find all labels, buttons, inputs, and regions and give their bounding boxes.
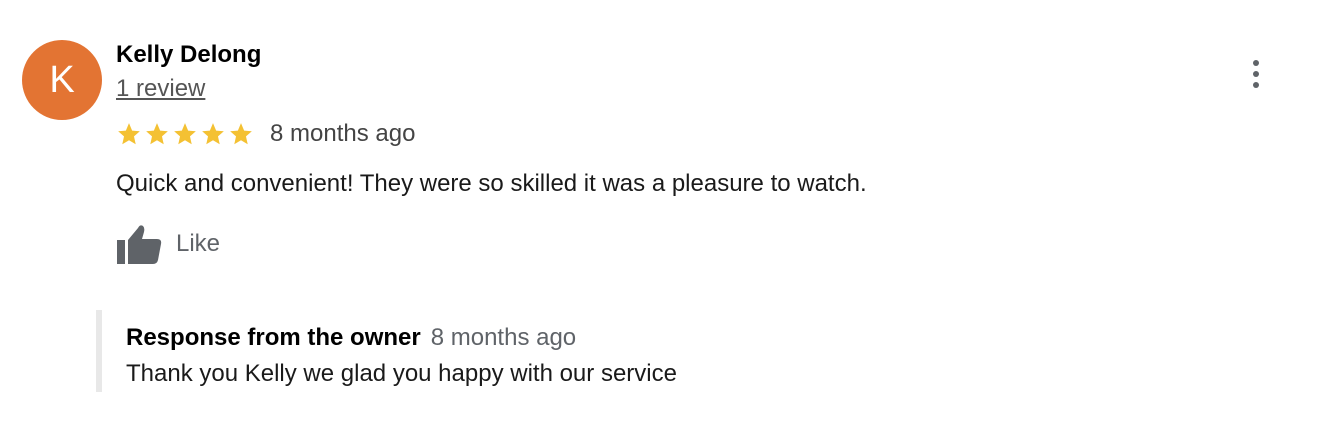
more-vert-icon <box>1253 60 1259 66</box>
owner-response: Response from the owner 8 months ago Tha… <box>96 310 802 392</box>
star-icon <box>118 123 140 145</box>
star-icon <box>146 123 168 145</box>
like-button[interactable]: Like <box>116 222 220 266</box>
owner-response-text: Thank you Kelly we glad you happy with o… <box>126 360 677 387</box>
star-icon <box>202 123 224 145</box>
like-label: Like <box>176 230 221 257</box>
review-card: K Kelly Delong 1 review 8 months ago Qui… <box>0 0 1332 444</box>
owner-response-time: 8 months ago <box>430 324 577 351</box>
reviewer-name[interactable]: Kelly Delong <box>116 40 261 70</box>
star-icon <box>230 123 252 145</box>
more-vert-icon-dot <box>1253 82 1259 88</box>
review-time: 8 months ago <box>270 120 416 147</box>
owner-response-title: Response from the owner <box>126 324 421 351</box>
more-options-button[interactable] <box>1240 54 1272 94</box>
star-icon <box>174 123 196 145</box>
review-text: Quick and convenient! They were so skill… <box>116 170 867 197</box>
owner-response-header: Response from the owner 8 months ago <box>126 322 576 354</box>
more-vert-icon-dot <box>1253 71 1259 77</box>
thumbs-up-icon <box>117 225 162 264</box>
star-rating <box>116 121 254 147</box>
reviewer-review-count-link[interactable]: 1 review <box>116 74 205 104</box>
avatar-initial: K <box>49 59 75 101</box>
avatar[interactable]: K <box>22 40 102 120</box>
rating-row: 8 months ago <box>116 118 415 150</box>
